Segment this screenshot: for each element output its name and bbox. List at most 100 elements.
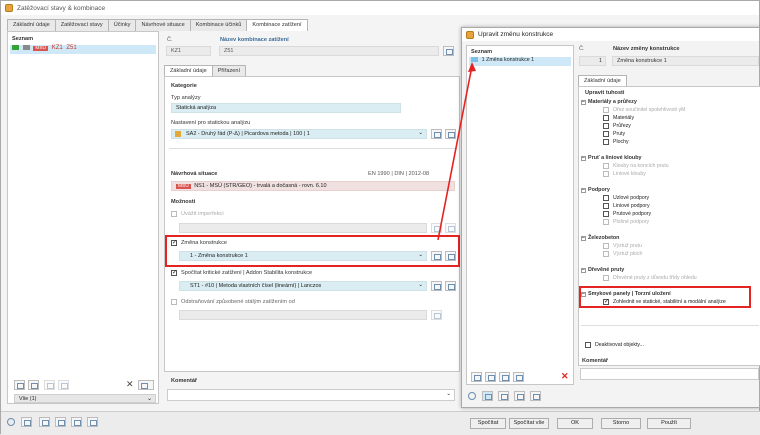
uvazit-imperfekci-checkbox[interactable] bbox=[171, 211, 177, 217]
dialog-info-icon[interactable] bbox=[530, 391, 541, 401]
odstranovani-checkbox[interactable] bbox=[171, 299, 177, 305]
edit-stability-icon[interactable] bbox=[445, 281, 456, 291]
dialog-new-icon[interactable] bbox=[471, 372, 482, 382]
imperfekce-select[interactable] bbox=[179, 223, 427, 233]
new-imperfection-icon[interactable] bbox=[431, 223, 442, 233]
renumber-icon[interactable] bbox=[58, 380, 69, 390]
sort-icon[interactable] bbox=[44, 380, 55, 390]
edit-imperfection-icon[interactable] bbox=[445, 223, 456, 233]
dialog-list-item-label: 1 Změna konstrukce 1 bbox=[481, 57, 535, 64]
name-field[interactable]: Z51 bbox=[219, 46, 439, 56]
nastaveni-select[interactable]: SA2 - Druhý řád (P-Δ) | Picardova metoda… bbox=[171, 129, 427, 139]
spocitat-vse-button[interactable]: Spočítat vše bbox=[509, 418, 549, 429]
navrhova-field[interactable]: MSÚ NS1 - MSÚ (STR/GEO) - trvalá a dočas… bbox=[171, 181, 455, 191]
tab-kombinace-ucinku[interactable]: Kombinace účinků bbox=[189, 19, 248, 31]
collapse-icon[interactable]: − bbox=[581, 268, 586, 273]
vyztuz-ploch-checkbox[interactable] bbox=[603, 251, 609, 257]
dialog-help-icon[interactable] bbox=[514, 391, 525, 401]
info-icon[interactable] bbox=[87, 417, 98, 427]
liniove-klouby-checkbox[interactable] bbox=[603, 171, 609, 177]
materialy-checkbox[interactable] bbox=[603, 115, 609, 121]
search-icon[interactable] bbox=[7, 418, 15, 426]
navrhova-norm: EN 1990 | DIN | 2012-08 bbox=[368, 171, 430, 177]
spocitat-button[interactable]: Spočítat bbox=[470, 418, 506, 429]
tab-zatezovaci-stavy[interactable]: Zatěžovací stavy bbox=[54, 19, 109, 31]
new-odstranovani-icon[interactable] bbox=[431, 310, 442, 320]
gamma-checkbox[interactable] bbox=[603, 107, 609, 113]
liniove-podpory-checkbox[interactable] bbox=[603, 203, 609, 209]
pouzit-button[interactable]: Použít bbox=[647, 418, 691, 429]
link-icon[interactable] bbox=[71, 417, 82, 427]
plochy-label: Plochy bbox=[613, 139, 629, 145]
odstranovani-select[interactable] bbox=[179, 310, 427, 320]
dialog-search-icon[interactable] bbox=[468, 392, 476, 400]
dialog-delete-icon[interactable]: ✕ bbox=[561, 371, 569, 382]
collapse-icon[interactable]: − bbox=[581, 100, 586, 105]
group-materialy[interactable]: − Materiály a průřezy bbox=[581, 99, 637, 105]
dialog-sort-icon[interactable] bbox=[499, 372, 510, 382]
no-field[interactable]: KZ1 bbox=[166, 46, 211, 56]
pruty-label: Pruty bbox=[613, 131, 626, 137]
units-icon[interactable] bbox=[21, 417, 32, 427]
group-klouby[interactable]: − Pruť a liniové klouby bbox=[581, 155, 642, 161]
vyztuz-prutu-checkbox[interactable] bbox=[603, 243, 609, 249]
filter-select[interactable]: Vše (1) ⌄ bbox=[14, 394, 156, 403]
new-item-icon[interactable] bbox=[14, 380, 25, 390]
group-drevene-pruty[interactable]: − Dřevěné pruty bbox=[581, 267, 624, 273]
chevron-down-icon: ⌄ bbox=[418, 282, 423, 288]
edit-name-icon[interactable] bbox=[443, 46, 454, 56]
grey-swatch-icon bbox=[22, 45, 30, 50]
group-zelezobeton[interactable]: − Železobeton bbox=[581, 235, 619, 241]
storno-button[interactable]: Storno bbox=[601, 418, 641, 429]
plochy-checkbox[interactable] bbox=[603, 139, 609, 145]
tab-kombinace-zatizeni[interactable]: Kombinace zatížení bbox=[246, 19, 308, 31]
komentar-field[interactable]: ⌄ bbox=[167, 389, 455, 401]
plosne-podpory-checkbox[interactable] bbox=[603, 219, 609, 225]
new-stability-icon[interactable] bbox=[431, 281, 442, 291]
ok-button[interactable]: OK bbox=[557, 418, 593, 429]
prutove-podpory-checkbox[interactable] bbox=[603, 211, 609, 217]
new-settings-icon[interactable] bbox=[431, 129, 442, 139]
table-icon[interactable] bbox=[39, 417, 50, 427]
tab-zakladni-udaje[interactable]: Základní údaje bbox=[7, 19, 56, 31]
list-item-badge: MSÚ bbox=[33, 46, 49, 52]
view-options-icon[interactable] bbox=[138, 380, 154, 390]
detail-panel: Kategorie Typ analýzy Statická analýza N… bbox=[164, 76, 460, 372]
deaktivovat-checkbox[interactable] bbox=[585, 342, 591, 348]
dialog-list-item[interactable]: 1 Změna konstrukce 1 bbox=[469, 57, 571, 66]
list-item-kz1[interactable]: MSÚ KZ1 Z51 bbox=[10, 45, 156, 54]
pruty-checkbox[interactable] bbox=[603, 131, 609, 137]
name-label: Název kombinace zatížení bbox=[220, 37, 289, 43]
dialog-copy-icon[interactable] bbox=[485, 372, 496, 382]
dialog-komentar-field[interactable] bbox=[580, 368, 759, 380]
materialy-label: Materiály bbox=[613, 115, 635, 121]
klouby-konce-checkbox[interactable] bbox=[603, 163, 609, 169]
group-podpory[interactable]: − Podpory bbox=[581, 187, 610, 193]
copy-item-icon[interactable] bbox=[28, 380, 39, 390]
app-icon bbox=[5, 4, 13, 12]
green-swatch-icon bbox=[12, 45, 19, 50]
delete-icon[interactable]: ✕ bbox=[126, 379, 134, 390]
spocitat-kriticke-checkbox[interactable]: ✓ bbox=[171, 270, 177, 276]
tab-navrhove-situace[interactable]: Návrhové situace bbox=[135, 19, 191, 31]
tab-ucinky[interactable]: Účinky bbox=[107, 19, 137, 31]
dialog-table-icon[interactable] bbox=[498, 391, 509, 401]
vyztuz-prutu-label: Výztuž prutu bbox=[613, 243, 642, 249]
edit-structure-modification-dialog: Upravit změnu konstrukce Seznam 1 Změna … bbox=[461, 27, 760, 408]
dialog-renumber-icon[interactable] bbox=[513, 372, 524, 382]
model-icon[interactable] bbox=[55, 417, 66, 427]
stability-select[interactable]: ST1 - #10 | Metoda vlastních čísel (line… bbox=[179, 281, 427, 291]
prurezy-checkbox[interactable] bbox=[603, 123, 609, 129]
collapse-icon[interactable]: − bbox=[581, 156, 586, 161]
nastaveni-value: SA2 - Druhý řád (P-Δ) | Picardova metoda… bbox=[186, 131, 310, 137]
list-item-name: Z51 bbox=[66, 45, 77, 52]
drevene-pruty-checkbox[interactable] bbox=[603, 275, 609, 281]
edit-settings-icon[interactable] bbox=[445, 129, 456, 139]
uzlove-podpory-checkbox[interactable] bbox=[603, 195, 609, 201]
dialog-units-icon[interactable] bbox=[482, 391, 493, 401]
dialog-no-field[interactable]: 1 bbox=[579, 56, 606, 66]
dialog-name-field[interactable]: Změna konstrukce 1 bbox=[612, 56, 759, 66]
collapse-icon[interactable]: − bbox=[581, 236, 586, 241]
typ-analyzy-field[interactable]: Statická analýza bbox=[171, 103, 401, 113]
collapse-icon[interactable]: − bbox=[581, 188, 586, 193]
